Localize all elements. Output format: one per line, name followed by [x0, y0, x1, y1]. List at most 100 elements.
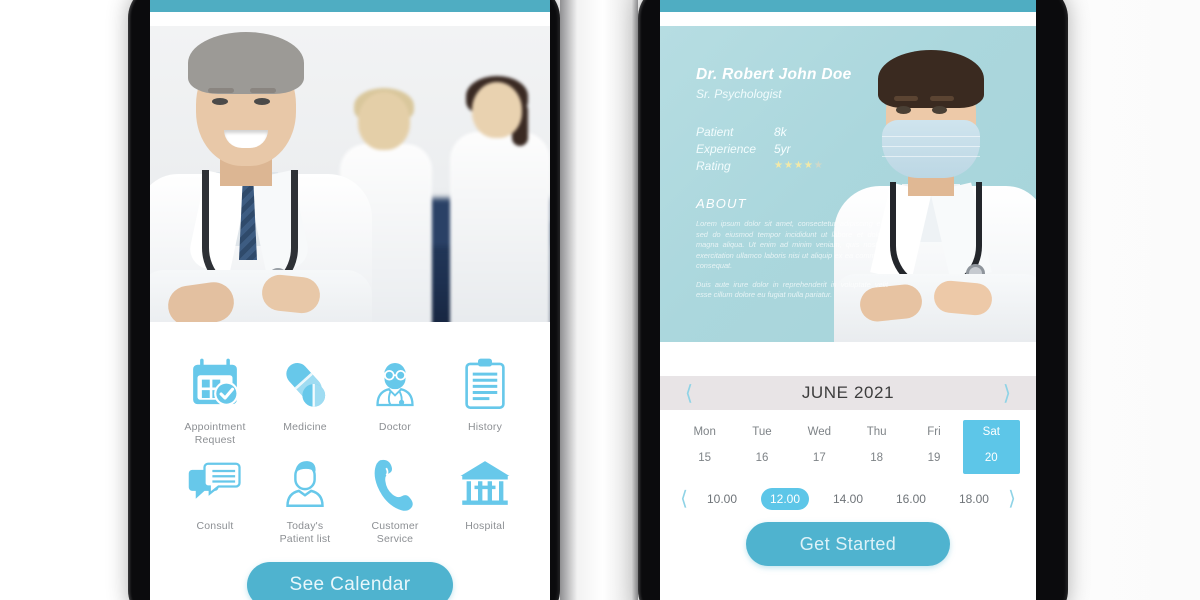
- calendar-day-strip: Mon 15 Tue 16 Wed 17 Thu 18 Fri 19 Sat 2…: [660, 420, 1036, 474]
- label-line-1: History: [467, 421, 503, 433]
- day-name: Tue: [752, 426, 772, 438]
- see-calendar-button-wrap: See Calendar: [170, 546, 530, 600]
- quick-action-label: Hospital: [465, 520, 505, 533]
- chevron-left-icon[interactable]: ⟨: [674, 489, 694, 509]
- stat-label: Experience: [696, 141, 757, 156]
- quick-action-todays-patient-list[interactable]: Today's Patient list: [260, 447, 350, 546]
- timeslot-strip: ⟨ 10.00 12.00 14.00 16.00 18.00 ⟩: [660, 488, 1036, 510]
- quick-action-label: Customer Service: [371, 520, 418, 546]
- chevron-right-icon[interactable]: ⟩: [1002, 489, 1022, 509]
- day-name: Wed: [807, 426, 832, 438]
- doctor-stats: Patient 8k Experience 5yr Rating ★ ★ ★ ★…: [696, 123, 888, 174]
- about-paragraph: Lorem ipsum dolor sit amet, consectetur …: [696, 219, 888, 270]
- calendar-header: ⟨ JUNE 2021 ⟩: [660, 376, 1036, 410]
- calendar-day-tue[interactable]: Tue 16: [733, 420, 790, 474]
- get-started-button-wrap: Get Started: [660, 510, 1036, 566]
- status-bar-gap: [150, 12, 550, 26]
- star-icon: ★: [793, 159, 803, 171]
- quick-action-label: Consult: [196, 520, 233, 533]
- label-line-1: Appointment: [184, 421, 246, 433]
- hospital-building-icon: [460, 461, 510, 505]
- day-number: 16: [755, 452, 769, 464]
- label-line-1: Customer: [371, 520, 419, 532]
- doctor-role: Sr. Psychologist: [696, 87, 782, 101]
- photo-lead-doctor: [150, 32, 380, 332]
- phone-gap-highlight: [560, 0, 638, 600]
- label-line-1: Today's: [286, 520, 324, 532]
- phone-mockup-left: Appointment Request Medicine Doctor Hist…: [128, 0, 560, 600]
- day-number: 19: [927, 452, 941, 464]
- patient-person-icon: [286, 461, 324, 507]
- photo-bottom-fade: [150, 322, 550, 332]
- about-body: Lorem ipsum dolor sit amet, consectetur …: [696, 219, 888, 301]
- chevron-left-icon[interactable]: ⟨: [678, 383, 700, 404]
- stat-label: Patient: [696, 124, 734, 139]
- stat-value: 5yr: [774, 141, 791, 156]
- quick-action-label: Doctor: [379, 421, 411, 434]
- quick-actions-row-2: Consult Today's Patient list Customer Se…: [170, 447, 530, 546]
- timeslot-1600[interactable]: 16.00: [887, 488, 935, 510]
- day-number: 20: [984, 452, 998, 464]
- quick-actions-grid: Appointment Request Medicine Doctor Hist…: [150, 332, 550, 600]
- doctor-name: Dr. Robert John Doe: [696, 66, 852, 83]
- stat-row-experience: Experience 5yr: [696, 140, 888, 157]
- day-number: 18: [870, 452, 884, 464]
- hero-photo-clinic-team: [150, 26, 550, 332]
- timeslot-1000[interactable]: 10.00: [698, 488, 746, 510]
- screenshot-stage: Appointment Request Medicine Doctor Hist…: [0, 0, 1200, 600]
- calendar-day-mon[interactable]: Mon 15: [676, 420, 733, 474]
- status-bar: [660, 0, 1036, 12]
- star-icon: ★: [783, 159, 793, 171]
- calendar-day-fri[interactable]: Fri 19: [905, 420, 962, 474]
- stat-label: Rating: [696, 158, 731, 173]
- phone-mockup-right: Dr. Robert John Doe Sr. Psychologist Pat…: [638, 0, 1068, 600]
- right-screen: Dr. Robert John Doe Sr. Psychologist Pat…: [660, 0, 1036, 600]
- timeslot-1200-selected[interactable]: 12.00: [760, 488, 810, 510]
- quick-action-doctor[interactable]: Doctor: [350, 348, 440, 447]
- phone-handset-icon: [374, 459, 413, 511]
- rating-stars: ★ ★ ★ ★ ★: [774, 159, 823, 171]
- calendar-day-wed[interactable]: Wed 17: [791, 420, 848, 474]
- calendar-day-thu[interactable]: Thu 18: [848, 420, 905, 474]
- stat-row-patient: Patient 8k: [696, 123, 888, 140]
- label-line-1: Consult: [196, 520, 234, 532]
- quick-action-medicine[interactable]: Medicine: [260, 348, 350, 447]
- label-line-2: Service: [376, 533, 414, 545]
- quick-action-label: Medicine: [283, 421, 327, 434]
- status-bar-gap: [660, 12, 1036, 26]
- quick-action-appointment-request[interactable]: Appointment Request: [170, 348, 260, 447]
- chat-bubbles-icon: [188, 462, 241, 499]
- day-name: Fri: [927, 426, 941, 438]
- timeslot-list: 10.00 12.00 14.00 16.00 18.00: [694, 488, 1002, 510]
- see-calendar-button[interactable]: See Calendar: [247, 562, 453, 600]
- quick-actions-row-1: Appointment Request Medicine Doctor Hist…: [170, 348, 530, 447]
- day-name: Mon: [693, 426, 716, 438]
- clipboard-icon: [465, 358, 505, 409]
- timeslot-1400[interactable]: 14.00: [824, 488, 872, 510]
- stat-row-rating: Rating ★ ★ ★ ★ ★: [696, 157, 888, 174]
- left-screen: Appointment Request Medicine Doctor Hist…: [150, 0, 550, 600]
- quick-action-label: History: [468, 421, 502, 434]
- doctor-avatar-icon: [376, 363, 414, 407]
- stat-value: 8k: [774, 124, 787, 139]
- label-line-1: Medicine: [283, 421, 327, 433]
- profile-bottom-spacer: [660, 342, 1036, 376]
- chevron-right-icon[interactable]: ⟩: [996, 383, 1018, 404]
- photo-colleague-dark-hair: [450, 76, 550, 332]
- doctor-profile-header: Dr. Robert John Doe Sr. Psychologist Pat…: [660, 26, 1036, 342]
- calendar-check-icon: [193, 358, 239, 406]
- calendar-month-title: JUNE 2021: [801, 383, 895, 402]
- about-paragraph: Duis aute irure dolor in reprehenderit i…: [696, 279, 888, 300]
- day-number: 17: [812, 452, 826, 464]
- about-heading: ABOUT: [696, 196, 747, 211]
- timeslot-1800[interactable]: 18.00: [950, 488, 998, 510]
- quick-action-customer-service[interactable]: Customer Service: [350, 447, 440, 546]
- star-half-icon: ★: [813, 159, 823, 171]
- quick-action-consult[interactable]: Consult: [170, 447, 260, 546]
- pill-capsule-icon: [286, 362, 326, 407]
- quick-action-hospital[interactable]: Hospital: [440, 447, 530, 546]
- calendar-day-sat-selected[interactable]: Sat 20: [962, 420, 1020, 474]
- doctor-info-block: Dr. Robert John Doe Sr. Psychologist Pat…: [696, 66, 888, 301]
- quick-action-history[interactable]: History: [440, 348, 530, 447]
- get-started-button[interactable]: Get Started: [746, 522, 950, 566]
